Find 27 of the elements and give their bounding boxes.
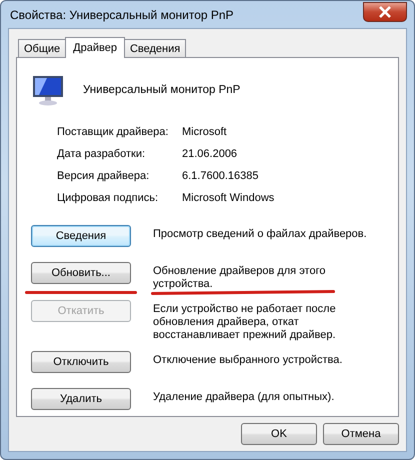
- action-button[interactable]: Обновить...: [31, 262, 131, 284]
- action-description: Просмотр сведений о файлах драйверов.: [153, 227, 368, 241]
- property-label: Версия драйвера:: [57, 170, 150, 183]
- monitor-icon: [31, 74, 65, 106]
- property-value: Microsoft: [182, 126, 228, 139]
- property-label: Поставщик драйвера:: [57, 126, 170, 139]
- tab[interactable]: Драйвер: [65, 37, 125, 58]
- action-description: Обновление драйверов для этого устройства.: [153, 264, 326, 291]
- property-value: 21.06.2006: [182, 148, 238, 161]
- tab[interactable]: Общие: [18, 39, 66, 57]
- close-icon: [378, 6, 392, 18]
- property-label: Дата разработки:: [57, 148, 146, 161]
- dialog-button[interactable]: OK: [241, 423, 317, 445]
- action-button[interactable]: Удалить: [31, 388, 131, 410]
- property-value: 6.1.7600.16385: [182, 170, 260, 183]
- window-title: Свойства: Универсальный монитор PnP: [9, 8, 234, 22]
- action-button[interactable]: Сведения: [31, 225, 131, 247]
- action-description: Отключение выбранного устройства.: [153, 353, 344, 367]
- action-description: Удаление драйвера (для опытных).: [153, 390, 336, 404]
- dialog-button[interactable]: Отмена: [323, 423, 399, 445]
- property-value: Microsoft Windows: [182, 192, 276, 205]
- tab[interactable]: Сведения: [124, 39, 186, 57]
- action-button[interactable]: Отключить: [31, 351, 131, 373]
- action-description: Если устройство не работает после обновления драйвера, откат восстанавливает прежний драйвер.: [153, 302, 337, 342]
- property-label: Цифровая подпись:: [57, 192, 160, 205]
- device-name: Универсальный монитор PnP: [83, 84, 240, 96]
- close-button[interactable]: [363, 2, 407, 22]
